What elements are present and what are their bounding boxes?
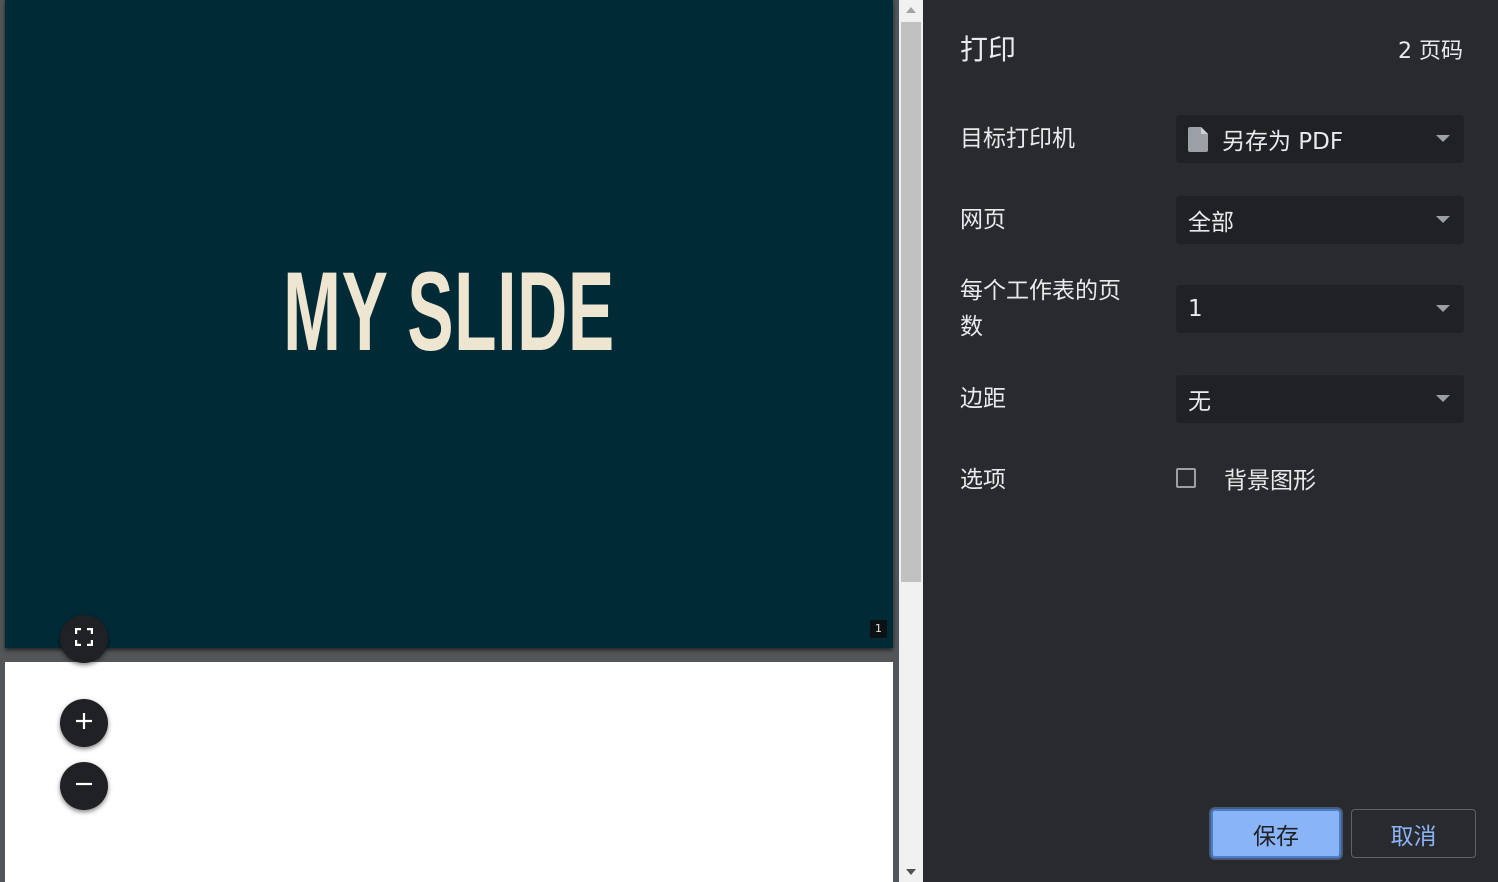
cancel-button[interactable]: 取消 xyxy=(1351,809,1476,858)
scroll-down-arrow[interactable] xyxy=(899,862,923,882)
pages-per-sheet-value: 1 xyxy=(1188,296,1203,322)
background-graphics-checkbox[interactable] xyxy=(1176,468,1196,488)
triangle-up-icon xyxy=(906,7,916,13)
print-preview-area: MY SLIDE 1 xyxy=(0,0,899,882)
pages-per-sheet-label: 每个工作表的页数 xyxy=(960,278,1121,340)
pages-select[interactable]: 全部 xyxy=(1176,196,1464,244)
page-number-badge: 1 xyxy=(870,620,887,638)
document-icon xyxy=(1188,126,1208,152)
plus-icon xyxy=(74,711,94,735)
chevron-down-icon xyxy=(1436,135,1450,142)
destination-select[interactable]: 另存为 PDF xyxy=(1176,115,1464,163)
margins-select[interactable]: 无 xyxy=(1176,375,1464,423)
pages-per-sheet-select[interactable]: 1 xyxy=(1176,285,1464,333)
preview-page-2 xyxy=(5,662,893,882)
options-label: 选项 xyxy=(960,467,1006,493)
triangle-down-icon xyxy=(906,869,916,875)
save-button[interactable]: 保存 xyxy=(1211,809,1341,858)
destination-label: 目标打印机 xyxy=(960,126,1075,152)
background-graphics-label[interactable]: 背景图形 xyxy=(1224,463,1316,499)
dialog-title: 打印 xyxy=(960,33,1017,66)
scroll-thumb[interactable] xyxy=(901,22,921,582)
page-count: 2 页码 xyxy=(1398,39,1463,64)
fit-to-page-button[interactable] xyxy=(60,615,108,663)
chevron-down-icon xyxy=(1436,395,1450,402)
margins-value: 无 xyxy=(1188,389,1211,415)
preview-page-1: MY SLIDE 1 xyxy=(5,0,893,648)
pages-value: 全部 xyxy=(1188,210,1234,236)
scroll-up-arrow[interactable] xyxy=(899,0,923,20)
preview-scrollbar[interactable] xyxy=(899,0,923,882)
destination-value: 另存为 PDF xyxy=(1222,129,1344,155)
chevron-down-icon xyxy=(1436,216,1450,223)
chevron-down-icon xyxy=(1436,305,1450,312)
margins-label: 边距 xyxy=(960,386,1006,412)
pages-label: 网页 xyxy=(960,207,1006,233)
slide-title: MY SLIDE xyxy=(283,249,615,374)
zoom-in-button[interactable] xyxy=(60,699,108,747)
print-settings-panel: 打印 2 页码 目标打印机 另存为 PDF 网页 全部 每个工作表的页数 1 边… xyxy=(923,0,1498,882)
zoom-out-button[interactable] xyxy=(60,762,108,810)
minus-icon xyxy=(74,774,94,798)
fit-to-page-icon xyxy=(74,627,94,650)
